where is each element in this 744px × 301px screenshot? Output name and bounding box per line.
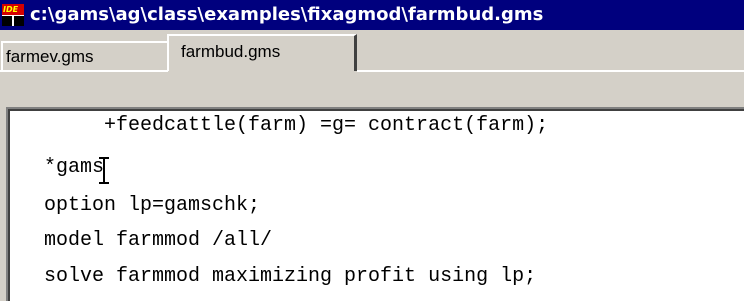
tab-farmbud[interactable]: farmbud.gms [167, 34, 357, 71]
code-line[interactable]: solve farmmod maximizing profit using lp… [44, 263, 536, 291]
code-line[interactable]: option lp=gamschk; [44, 192, 260, 220]
ibeam-bottom [99, 182, 109, 184]
ide-icon-block-left [2, 16, 12, 26]
ide-icon-block-right [14, 16, 24, 26]
ide-window: IDE c:\gams\ag\class\examples\fixagmod\f… [0, 0, 744, 301]
ide-icon-label: IDE [2, 4, 24, 15]
code-line[interactable]: *gams [44, 154, 104, 182]
ide-app-icon[interactable]: IDE [2, 4, 24, 26]
ibeam-stem [103, 159, 105, 183]
window-title: c:\gams\ag\class\examples\fixagmod\farmb… [30, 4, 544, 25]
tab-strip: farmev.gms farmbud.gms [0, 30, 744, 109]
tab-farmev[interactable]: farmev.gms [1, 41, 167, 71]
text-cursor-icon [99, 157, 110, 185]
title-bar[interactable]: IDE c:\gams\ag\class\examples\fixagmod\f… [0, 0, 744, 30]
tab-divider-right [357, 70, 744, 72]
code-line[interactable]: +feedcattle(farm) =g= contract(farm); [44, 112, 548, 140]
code-line[interactable]: model farmmod /all/ [44, 227, 272, 255]
